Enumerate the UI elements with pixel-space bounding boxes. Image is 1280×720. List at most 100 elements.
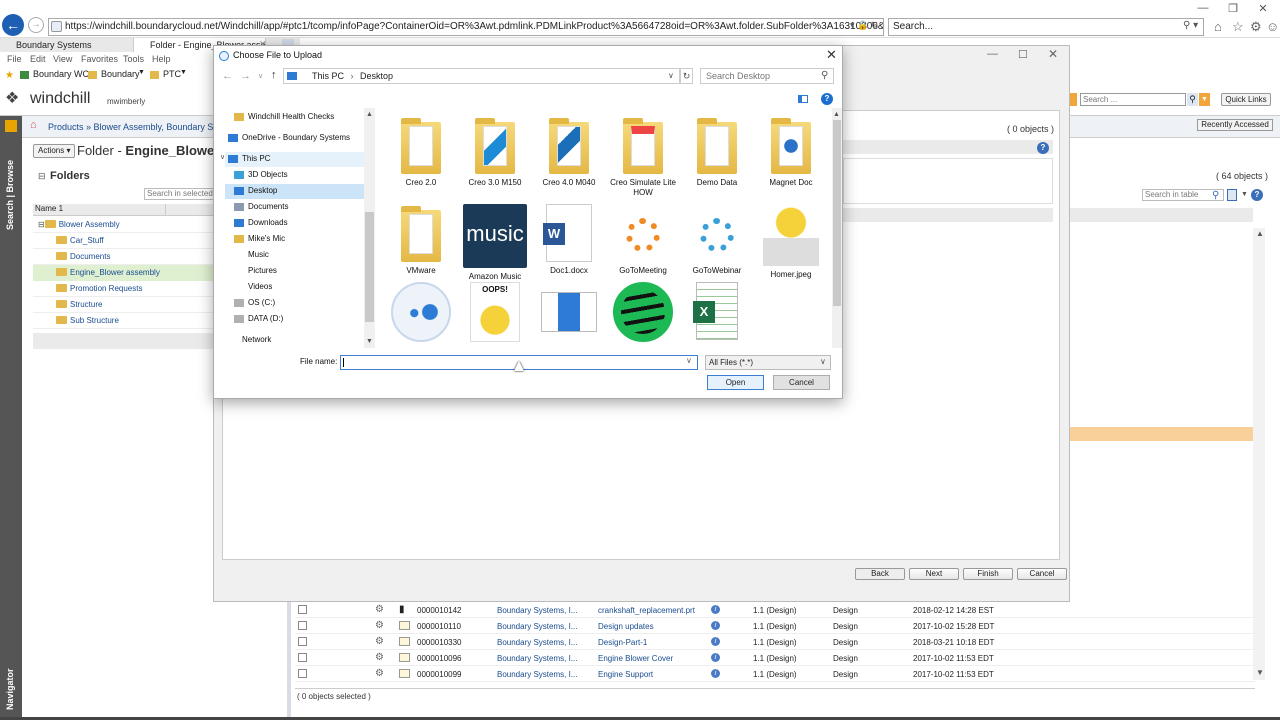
- file-tile[interactable]: Creo 4.0 M040: [533, 116, 605, 188]
- info-icon[interactable]: i: [711, 637, 720, 646]
- file-tile[interactable]: Creo Simulate Lite HOW: [607, 116, 679, 198]
- minimize-icon[interactable]: —: [1188, 2, 1218, 16]
- wizard-cancel-button[interactable]: Cancel: [1017, 568, 1067, 580]
- row-actions-gear-icon[interactable]: ⚙: [375, 620, 384, 631]
- row-checkbox[interactable]: [298, 653, 307, 662]
- dialog-close-icon[interactable]: ✕: [826, 47, 837, 63]
- file-tile[interactable]: GoToWebinar: [681, 204, 753, 276]
- menu-help[interactable]: Help: [152, 54, 171, 64]
- wizard-back-button[interactable]: Back: [855, 568, 905, 580]
- nav-item-windchill-health-checks[interactable]: Windchill Health Checks: [234, 109, 362, 125]
- favorites-star-icon[interactable]: ☆: [1232, 19, 1244, 35]
- file-tile[interactable]: [533, 282, 605, 348]
- browser-search-input[interactable]: Search...: [888, 18, 1204, 36]
- file-tile[interactable]: [385, 282, 457, 348]
- refresh-button[interactable]: ↻: [680, 68, 693, 84]
- file-tile[interactable]: GoToMeeting: [607, 204, 679, 276]
- cancel-button[interactable]: Cancel: [773, 375, 830, 390]
- file-name-dropdown-icon[interactable]: ∨: [686, 356, 692, 365]
- nav-item-onedrive-boundary-systems[interactable]: OneDrive - Boundary Systems: [228, 130, 362, 146]
- open-button[interactable]: Open: [707, 375, 764, 390]
- menu-file[interactable]: File: [7, 54, 22, 64]
- search-desktop-input[interactable]: Search Desktop: [700, 68, 834, 84]
- info-icon[interactable]: i: [711, 653, 720, 662]
- tree-item-blower-assembly[interactable]: ⊟ Blower Assembly: [38, 218, 120, 232]
- info-icon[interactable]: i: [711, 605, 720, 614]
- file-tile[interactable]: [755, 282, 827, 348]
- menu-favorites[interactable]: Favorites: [81, 54, 118, 64]
- file-tile[interactable]: Homer.jpeg: [755, 204, 827, 280]
- row-actions-gear-icon[interactable]: ⚙: [375, 652, 384, 663]
- info-icon[interactable]: i: [711, 669, 720, 678]
- wizard-close-icon[interactable]: ✕: [1048, 47, 1058, 61]
- back-button[interactable]: ←: [2, 14, 24, 36]
- navigator-tab[interactable]: Navigator: [5, 660, 15, 710]
- expand-icon[interactable]: ⊟: [38, 220, 45, 229]
- search-icon[interactable]: ⚲ ▾: [1183, 20, 1198, 31]
- expand-chevron-icon[interactable]: ∨: [220, 153, 225, 161]
- row-name[interactable]: Design updates: [598, 622, 654, 631]
- table-row[interactable]: ⚙ ▮ 0000010142 Boundary Systems, I... cr…: [295, 602, 1255, 618]
- back-arrow-icon[interactable]: ←: [222, 70, 233, 82]
- quick-links-button[interactable]: Quick Links: [1221, 93, 1271, 106]
- row-checkbox[interactable]: [298, 621, 307, 630]
- nav-item-pictures[interactable]: Pictures: [234, 263, 362, 279]
- file-tile[interactable]: Magnet Doc: [755, 116, 827, 188]
- tree-item-documents[interactable]: Documents: [56, 250, 110, 264]
- file-tile[interactable]: music Amazon Music: [459, 204, 531, 282]
- menu-view[interactable]: View: [53, 54, 72, 64]
- recent-chevron-icon[interactable]: ∨: [258, 72, 263, 80]
- menu-tools[interactable]: Tools: [123, 54, 144, 64]
- nav-scroll-thumb[interactable]: [365, 212, 374, 322]
- file-tile[interactable]: Creo 2.0: [385, 116, 457, 188]
- row-checkbox[interactable]: [298, 637, 307, 646]
- windchill-search-input[interactable]: Search ...: [1080, 93, 1186, 106]
- table-row[interactable]: ⚙ 0000010110 Boundary Systems, I... Desi…: [295, 618, 1255, 634]
- table-row[interactable]: ⚙ 0000010096 Boundary Systems, I... Engi…: [295, 650, 1255, 666]
- path-dropdown-icon[interactable]: ∨: [668, 71, 674, 80]
- up-arrow-icon[interactable]: ↑: [271, 69, 277, 81]
- nav-item-desktop[interactable]: Desktop: [234, 183, 362, 199]
- breadcrumb[interactable]: Products » Blower Assembly, Boundary Sys…: [48, 122, 230, 132]
- row-actions-gear-icon[interactable]: ⚙: [375, 604, 384, 615]
- home-icon[interactable]: ⌂: [30, 119, 37, 131]
- file-tile[interactable]: VMware: [385, 204, 457, 276]
- row-name[interactable]: Engine Support: [598, 670, 653, 679]
- smiley-icon[interactable]: ☺: [1266, 19, 1279, 34]
- fav-boundary-wc[interactable]: Boundary WC: [33, 69, 89, 79]
- file-scroll-thumb[interactable]: [833, 120, 841, 306]
- recently-accessed-button[interactable]: Recently Accessed: [1197, 119, 1273, 131]
- row-actions-gear-icon[interactable]: ⚙: [375, 636, 384, 647]
- fav-boundary[interactable]: Boundary: [101, 69, 140, 79]
- scroll-up-icon[interactable]: ▲: [833, 111, 840, 118]
- row-context[interactable]: Boundary Systems, I...: [497, 638, 577, 647]
- restore-icon[interactable]: ❐: [1218, 2, 1248, 16]
- nav-item-mike-s-mic[interactable]: Mike's Mic: [234, 231, 362, 247]
- nav-item-documents[interactable]: Documents: [234, 199, 362, 215]
- path-this-pc[interactable]: This PC: [312, 71, 344, 81]
- scroll-up-icon[interactable]: ▲: [1256, 229, 1264, 238]
- help-icon[interactable]: ?: [1251, 189, 1263, 201]
- row-name[interactable]: crankshaft_replacement.prt: [598, 606, 695, 615]
- nav-item-videos[interactable]: Videos: [234, 279, 362, 295]
- row-context[interactable]: Boundary Systems, I...: [497, 670, 577, 679]
- nav-item-network[interactable]: Network: [228, 332, 362, 348]
- fav-ptc[interactable]: PTC: [163, 69, 181, 79]
- path-desktop[interactable]: Desktop: [360, 71, 393, 81]
- wizard-next-button[interactable]: Next: [909, 568, 959, 580]
- actions-menu-button[interactable]: Actions ▾: [33, 144, 76, 158]
- highlighted-row[interactable]: [1070, 427, 1253, 441]
- forward-button[interactable]: →: [28, 17, 44, 33]
- file-tile[interactable]: OOPS!: [459, 282, 531, 348]
- preview-pane-icon[interactable]: [798, 95, 808, 103]
- search-icon[interactable]: ⚲: [1187, 93, 1198, 106]
- search-browse-tab[interactable]: Search | Browse: [5, 150, 15, 230]
- nav-item-os-c[interactable]: OS (C:): [234, 295, 362, 311]
- row-checkbox[interactable]: [298, 669, 307, 678]
- table-view-icon[interactable]: [1227, 189, 1237, 201]
- row-context[interactable]: Boundary Systems, I...: [497, 622, 577, 631]
- search-type-icon[interactable]: [1069, 93, 1077, 106]
- tree-item-structure[interactable]: Structure: [56, 298, 102, 312]
- scroll-down-icon[interactable]: ▼: [1256, 668, 1264, 677]
- row-context[interactable]: Boundary Systems, I...: [497, 606, 577, 615]
